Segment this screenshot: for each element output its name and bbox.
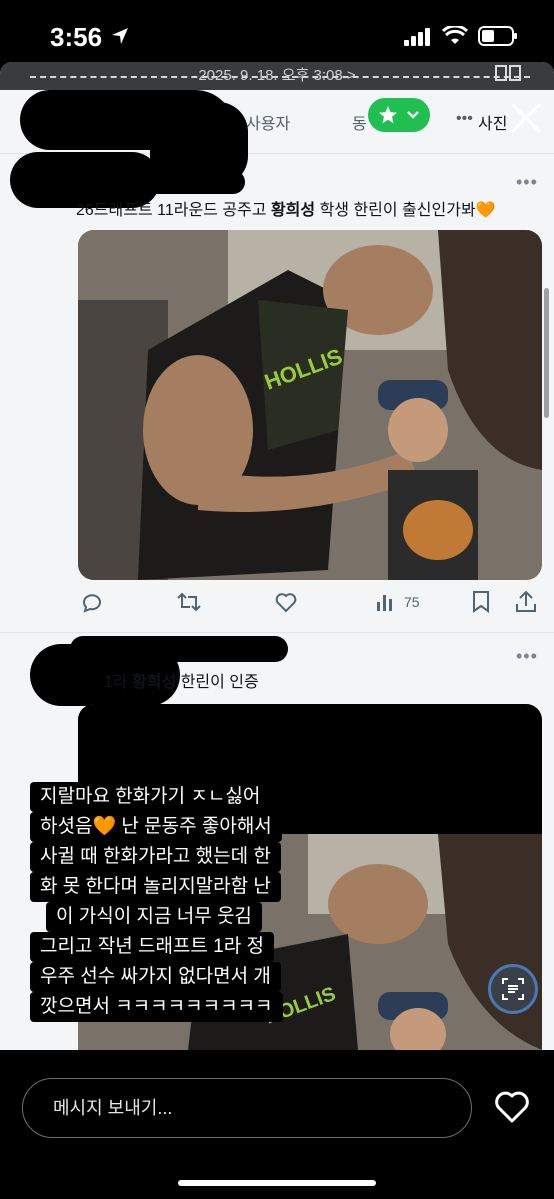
tweet-text: 1라 황희성 한린이 인증 [104,674,259,691]
like-icon[interactable] [274,590,298,614]
scrollbar[interactable] [544,288,549,418]
caption-line: 깟으면서 ㅋㅋㅋㅋㅋㅋㅋㅋㅋ [30,992,283,1022]
wifi-icon [442,26,468,44]
bookmark-icon[interactable] [470,590,492,614]
status-bar: 3:56 [0,0,554,70]
caption-line: 그리고 작년 드래프트 1라 정 [30,932,274,962]
message-input[interactable] [22,1078,472,1138]
home-indicator[interactable] [178,1180,376,1186]
reply-icon[interactable] [80,590,104,614]
story-caption: 지랄마요 한화가기 ㅈㄴ싫어 하셧음🧡 난 문동주 좋아해서 사귈 때 한화가라… [30,782,336,1022]
tweet-text: 26드래프트 11라운드 공주고 황희성 학생 한린이 출신인가봐🧡 [76,202,496,219]
close-friends-sticker[interactable] [368,98,430,132]
caption-line: 사귈 때 한화가라고 했는데 한 [30,842,281,872]
visual-search-button[interactable] [488,964,538,1014]
cellular-signal-icon [404,28,430,46]
tab-photos[interactable]: 사진 [478,110,507,134]
story-meta-bar: 2025. 9. 18. 오후 3:08 > [0,62,554,90]
tweet-photo[interactable]: HOLLIS [78,230,542,580]
tab-second[interactable]: 동 [352,110,367,134]
status-time: 3:56 [50,22,103,52]
story-card: 2025. 9. 18. 오후 3:08 > 사용자 동 ••• 사진 ••• … [0,62,554,1050]
caption-line: 지랄마요 한화가기 ㅈㄴ싫어 [30,782,271,812]
battery-icon [478,26,517,46]
heart-icon[interactable] [494,1090,530,1124]
story-date[interactable]: 2025. 9. 18. 오후 3:08 > [0,64,554,85]
tweet-divider [0,632,554,633]
close-icon[interactable] [508,100,544,136]
audio-icon[interactable] [494,64,522,82]
caption-line: 이 가식이 지금 너무 웃김 [46,902,262,932]
tweet-actions: 75 [78,590,542,618]
caption-line: 하셧음🧡 난 문동주 좋아해서 [30,812,282,842]
photo-content: HOLLIS [78,230,542,580]
caption-line: 우주 선수 싸가지 없다면서 개 [30,962,281,992]
tab-users[interactable]: 사용자 [246,110,290,134]
location-arrow-icon [112,28,128,44]
chevron-down-icon [407,111,419,119]
tweet-more-button[interactable]: ••• [516,172,538,193]
reply-bar [0,1050,554,1199]
caption-line: 화 못 한다며 놀리지말라함 난 [30,872,281,902]
retweet-icon[interactable] [176,590,202,614]
redaction-mark [70,636,288,662]
redaction-mark [30,170,245,194]
share-icon[interactable] [514,590,538,614]
views-count: 75 [404,594,420,610]
star-icon [379,106,397,124]
views-icon[interactable] [374,590,398,614]
more-tabs-dots[interactable]: ••• [456,110,473,128]
tweet-more-button[interactable]: ••• [516,646,538,667]
scan-text-icon [502,978,524,1000]
